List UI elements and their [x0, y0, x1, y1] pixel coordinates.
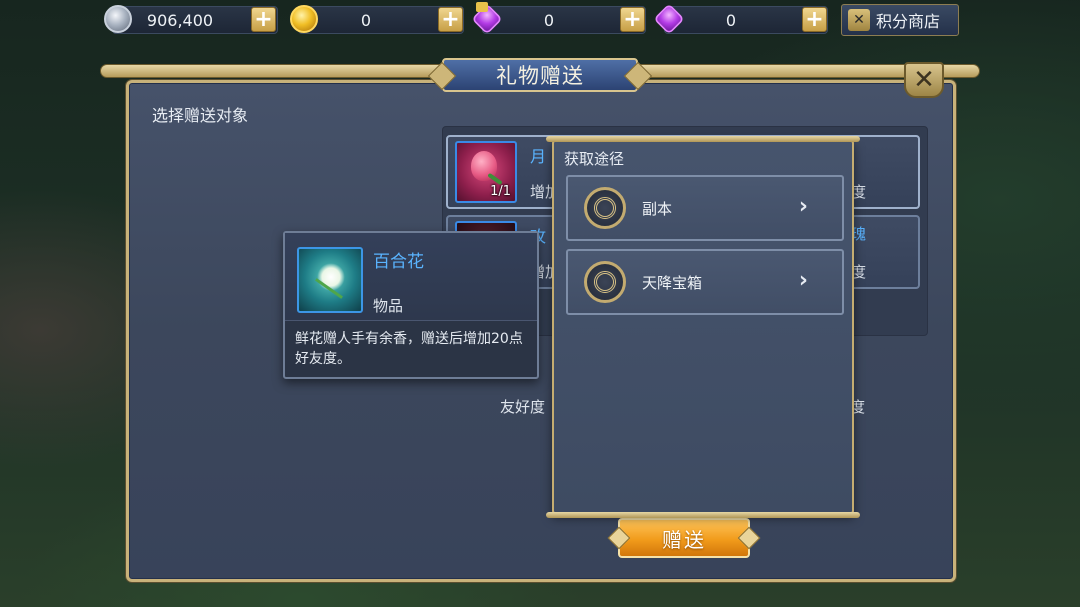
target-ring-shape [594, 197, 616, 219]
item-tooltip: 百合花 物品 鲜花赠人手有余香，赠送后增加20点好友度。 [283, 231, 539, 379]
tooltip-item-type: 物品 [373, 297, 404, 315]
acquire-item-label: 天降宝箱 [642, 274, 703, 292]
rose-icon: 1/1 [455, 141, 517, 203]
gift-quantity: 1/1 [490, 184, 511, 199]
target-ring-shape [594, 271, 616, 293]
gold-amount: 0 [360, 10, 372, 30]
lock-icon [476, 2, 488, 12]
lily-icon [297, 247, 363, 313]
chevron-right-icon: › [798, 194, 808, 219]
acquire-path-panel: 获取途径 副本 › 天降宝箱 › [546, 136, 860, 518]
gem-amount: 0 [725, 10, 737, 30]
silver-coin-icon [104, 5, 132, 33]
acquire-item-label: 副本 [642, 200, 673, 218]
acquire-title: 获取途径 [564, 150, 625, 168]
chevron-right-icon: › [798, 268, 808, 293]
tooltip-item-desc: 鲜花赠人手有余香，赠送后增加20点好友度。 [295, 331, 523, 367]
friendship-label: 友好度 [500, 398, 546, 416]
choose-target-label: 选择赠送对象 [152, 106, 249, 125]
silver-amount: 906,400 [146, 10, 214, 30]
lily-flower-shape [317, 263, 345, 291]
tooltip-header: 百合花 物品 [285, 233, 537, 321]
gold-coin-icon [290, 5, 318, 33]
points-shop-button[interactable]: ✕ 积分商店 [841, 4, 959, 36]
give-button[interactable]: 赠送 [618, 518, 750, 558]
tooltip-item-name: 百合花 [373, 252, 424, 272]
target-icon [584, 187, 626, 229]
acquire-item-sky-chest[interactable]: 天降宝箱 › [566, 249, 844, 315]
close-button[interactable]: ✕ [904, 62, 944, 98]
dialog-title-banner: 礼物赠送 [442, 58, 638, 92]
close-icon: ✕ [913, 65, 935, 95]
add-gem-button[interactable]: + [802, 7, 827, 32]
add-locked-gem-button[interactable]: + [620, 7, 645, 32]
acquire-item-dungeon[interactable]: 副本 › [566, 175, 844, 241]
add-gold-button[interactable]: + [438, 7, 463, 32]
points-shop-label: 积分商店 [876, 12, 941, 31]
locked-gem-amount: 0 [543, 10, 555, 30]
add-silver-button[interactable]: + [251, 7, 276, 32]
target-icon [584, 261, 626, 303]
dialog-title: 礼物赠送 [496, 64, 584, 88]
shop-icon: ✕ [848, 9, 870, 31]
gift-name: 月 [530, 147, 547, 166]
